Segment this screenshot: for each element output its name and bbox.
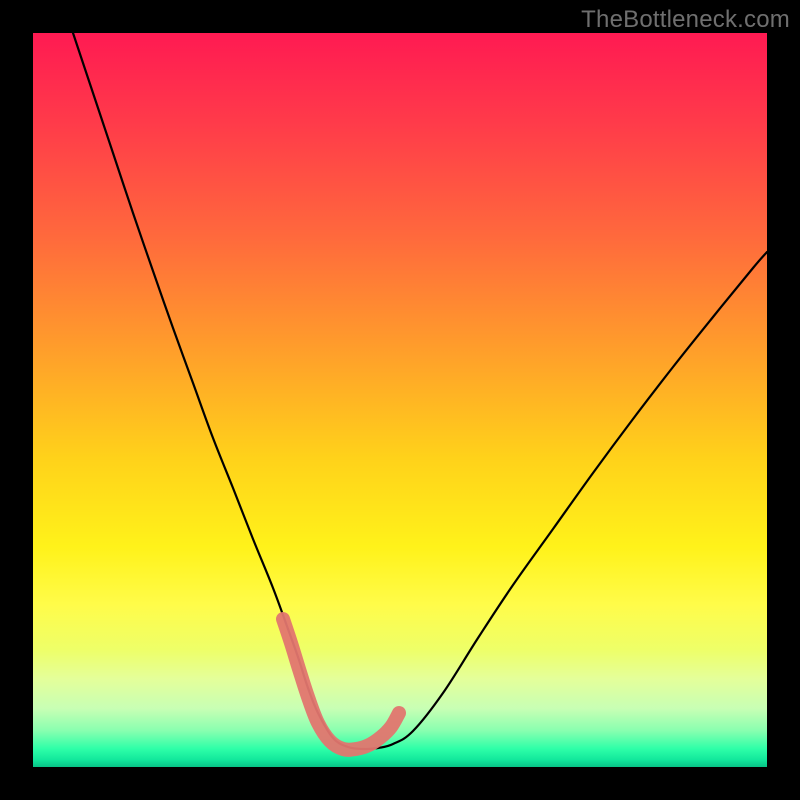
plot-area [33,33,767,767]
chart-svg [33,33,767,767]
bottleneck-curve-path [73,33,767,749]
chart-frame: TheBottleneck.com [0,0,800,800]
watermark-text: TheBottleneck.com [581,6,790,34]
highlight-band-path [283,619,399,750]
